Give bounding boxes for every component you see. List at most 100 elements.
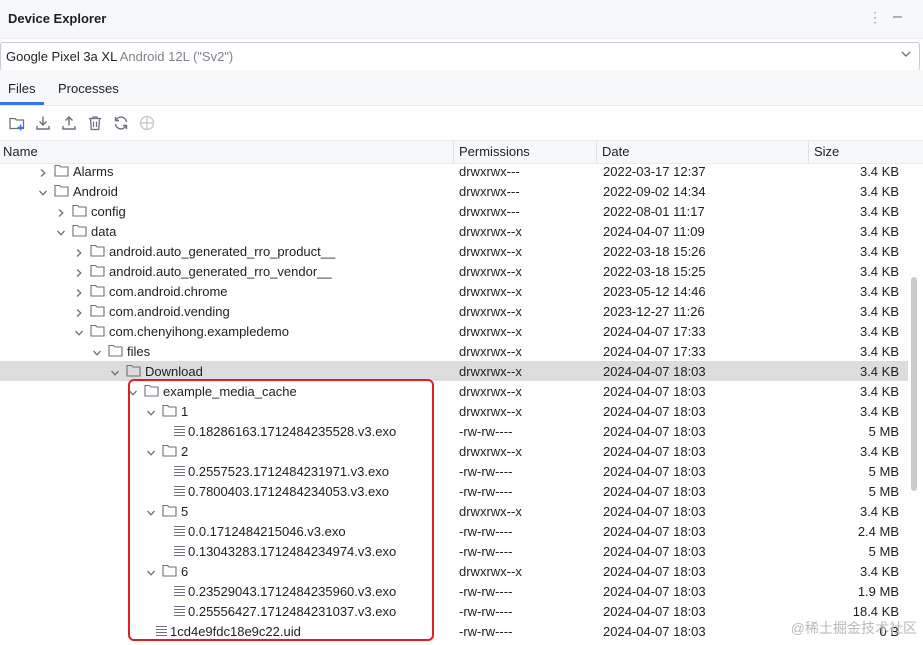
permissions-cell: drwxrwx--x [459, 564, 522, 579]
new-folder-icon[interactable] [8, 114, 26, 132]
size-cell: 3.4 KB [859, 224, 899, 239]
column-size[interactable]: Size [814, 144, 839, 159]
date-cell: 2024-04-07 18:03 [603, 544, 706, 559]
date-cell: 2024-04-07 17:33 [603, 344, 706, 359]
date-cell: 2024-04-07 18:03 [603, 484, 706, 499]
more-options-icon[interactable]: ⋮ [868, 10, 882, 24]
date-cell: 2024-04-07 18:03 [603, 424, 706, 439]
size-cell: 3.4 KB [859, 404, 899, 419]
upload-icon[interactable] [60, 114, 78, 132]
folder-icon [54, 164, 69, 177]
file-name: com.android.vending [109, 304, 230, 319]
table-row[interactable]: Android drwxrwx--- 2022-09-02 14:34 3.4 KB [0, 181, 908, 201]
permissions-cell: -rw-rw---- [459, 544, 513, 559]
table-row[interactable]: com.chenyihong.exampledemo drwxrwx--x 2024… [0, 321, 908, 341]
size-cell: 3.4 KB [859, 344, 899, 359]
permissions-cell: drwxrwx--x [459, 264, 522, 279]
permissions-cell: drwxrwx--x [459, 324, 522, 339]
permissions-cell: drwxrwx--x [459, 344, 522, 359]
chevron-down-icon[interactable] [92, 346, 102, 356]
device-version: Android 12L ("Sv2") [119, 49, 234, 64]
folder-icon [90, 244, 105, 257]
file-name: Alarms [73, 164, 114, 179]
column-divider[interactable] [453, 141, 454, 163]
permissions-cell: -rw-rw---- [459, 624, 513, 639]
column-name[interactable]: Name [3, 144, 38, 159]
folder-icon [72, 204, 87, 217]
column-divider[interactable] [808, 141, 809, 163]
tab-processes[interactable]: Processes [58, 81, 119, 96]
chevron-down-icon[interactable] [38, 186, 48, 196]
size-cell: 3.4 KB [859, 364, 899, 379]
date-cell: 2024-04-07 18:03 [603, 384, 706, 399]
column-date[interactable]: Date [602, 144, 629, 159]
permissions-cell: drwxrwx--x [459, 364, 522, 379]
folder-icon [90, 264, 105, 277]
chevron-right-icon[interactable] [74, 306, 84, 317]
folder-icon [126, 364, 141, 377]
date-cell: 2024-04-07 18:03 [603, 404, 706, 419]
table-row[interactable]: com.android.chrome drwxrwx--x 2023-05-12 1… [0, 281, 908, 301]
date-cell: 2024-04-07 18:03 [603, 364, 706, 379]
sync-icon[interactable] [112, 114, 130, 132]
size-cell: 3.4 KB [859, 564, 899, 579]
device-label: Google Pixel 3a XL Android 12L ("Sv2") [6, 49, 233, 64]
date-cell: 2023-12-27 11:26 [603, 304, 705, 319]
table-row[interactable]: android.auto_generated_rro_product__ drwx… [0, 241, 908, 261]
chevron-down-icon[interactable] [56, 226, 66, 236]
date-cell: 2023-05-12 14:46 [603, 284, 706, 299]
table-row[interactable]: Alarms drwxrwx--- 2022-03-17 12:37 3.4 KB [0, 161, 908, 181]
table-row[interactable]: config drwxrwx--- 2022-08-01 11:17 3.4 KB [0, 201, 908, 221]
size-cell: 2.4 MB [857, 524, 899, 539]
folder-icon [90, 324, 105, 337]
size-cell: 3.4 KB [859, 324, 899, 339]
chevron-right-icon[interactable] [38, 166, 48, 177]
permissions-cell: drwxrwx--x [459, 504, 522, 519]
date-cell: 2022-03-17 12:37 [603, 164, 706, 179]
highlight-box [128, 379, 434, 641]
column-divider[interactable] [596, 141, 597, 163]
tab-files[interactable]: Files [8, 81, 35, 96]
device-selector[interactable]: Google Pixel 3a XL Android 12L ("Sv2") [0, 42, 920, 71]
download-icon[interactable] [34, 114, 52, 132]
size-cell: 5 MB [868, 464, 899, 479]
chevron-down-icon[interactable] [110, 366, 120, 376]
file-name: android.auto_generated_rro_product__ [109, 244, 336, 259]
table-row[interactable]: data drwxrwx--x 2024-04-07 11:09 3.4 KB [0, 221, 908, 241]
size-cell: 5 MB [868, 424, 899, 439]
chevron-right-icon[interactable] [74, 286, 84, 297]
permissions-cell: drwxrwx--- [459, 184, 520, 199]
permissions-cell: drwxrwx--x [459, 284, 522, 299]
table-row[interactable]: com.android.vending drwxrwx--x 2023-12-27 … [0, 301, 908, 321]
folder-icon [72, 224, 87, 237]
date-cell: 2024-04-07 18:03 [603, 584, 706, 599]
size-cell: 3.4 KB [859, 184, 899, 199]
size-cell: 5 MB [868, 544, 899, 559]
size-cell: 3.4 KB [859, 204, 899, 219]
size-cell: 1.9 MB [857, 584, 899, 599]
vertical-scrollbar[interactable] [911, 277, 917, 491]
chevron-down-icon[interactable] [74, 326, 84, 336]
date-cell: 2024-04-07 18:03 [603, 564, 706, 579]
date-cell: 2024-04-07 18:03 [603, 504, 706, 519]
table-row[interactable]: Download drwxrwx--x 2024-04-07 18:03 3.4 KB [0, 361, 908, 381]
chevron-right-icon[interactable] [74, 246, 84, 257]
watermark: @稀土掘金技术社区 [790, 620, 917, 636]
date-cell: 2024-04-07 18:03 [603, 604, 706, 619]
permissions-cell: drwxrwx--- [459, 204, 520, 219]
minimize-icon[interactable]: – [893, 9, 902, 25]
column-permissions[interactable]: Permissions [459, 144, 530, 159]
permissions-cell: drwxrwx--x [459, 444, 522, 459]
permissions-cell: -rw-rw---- [459, 584, 513, 599]
chevron-right-icon[interactable] [56, 206, 66, 217]
file-name: android.auto_generated_rro_vendor__ [109, 264, 332, 279]
active-tab-indicator [0, 102, 44, 105]
folder-icon [108, 344, 123, 357]
table-row[interactable]: files drwxrwx--x 2024-04-07 17:33 3.4 KB [0, 341, 908, 361]
permissions-cell: drwxrwx--x [459, 244, 522, 259]
delete-icon[interactable] [86, 114, 104, 132]
file-name: files [127, 344, 151, 359]
chevron-right-icon[interactable] [74, 266, 84, 277]
table-row[interactable]: android.auto_generated_rro_vendor__ drwxr… [0, 261, 908, 281]
size-cell: 3.4 KB [859, 164, 899, 179]
